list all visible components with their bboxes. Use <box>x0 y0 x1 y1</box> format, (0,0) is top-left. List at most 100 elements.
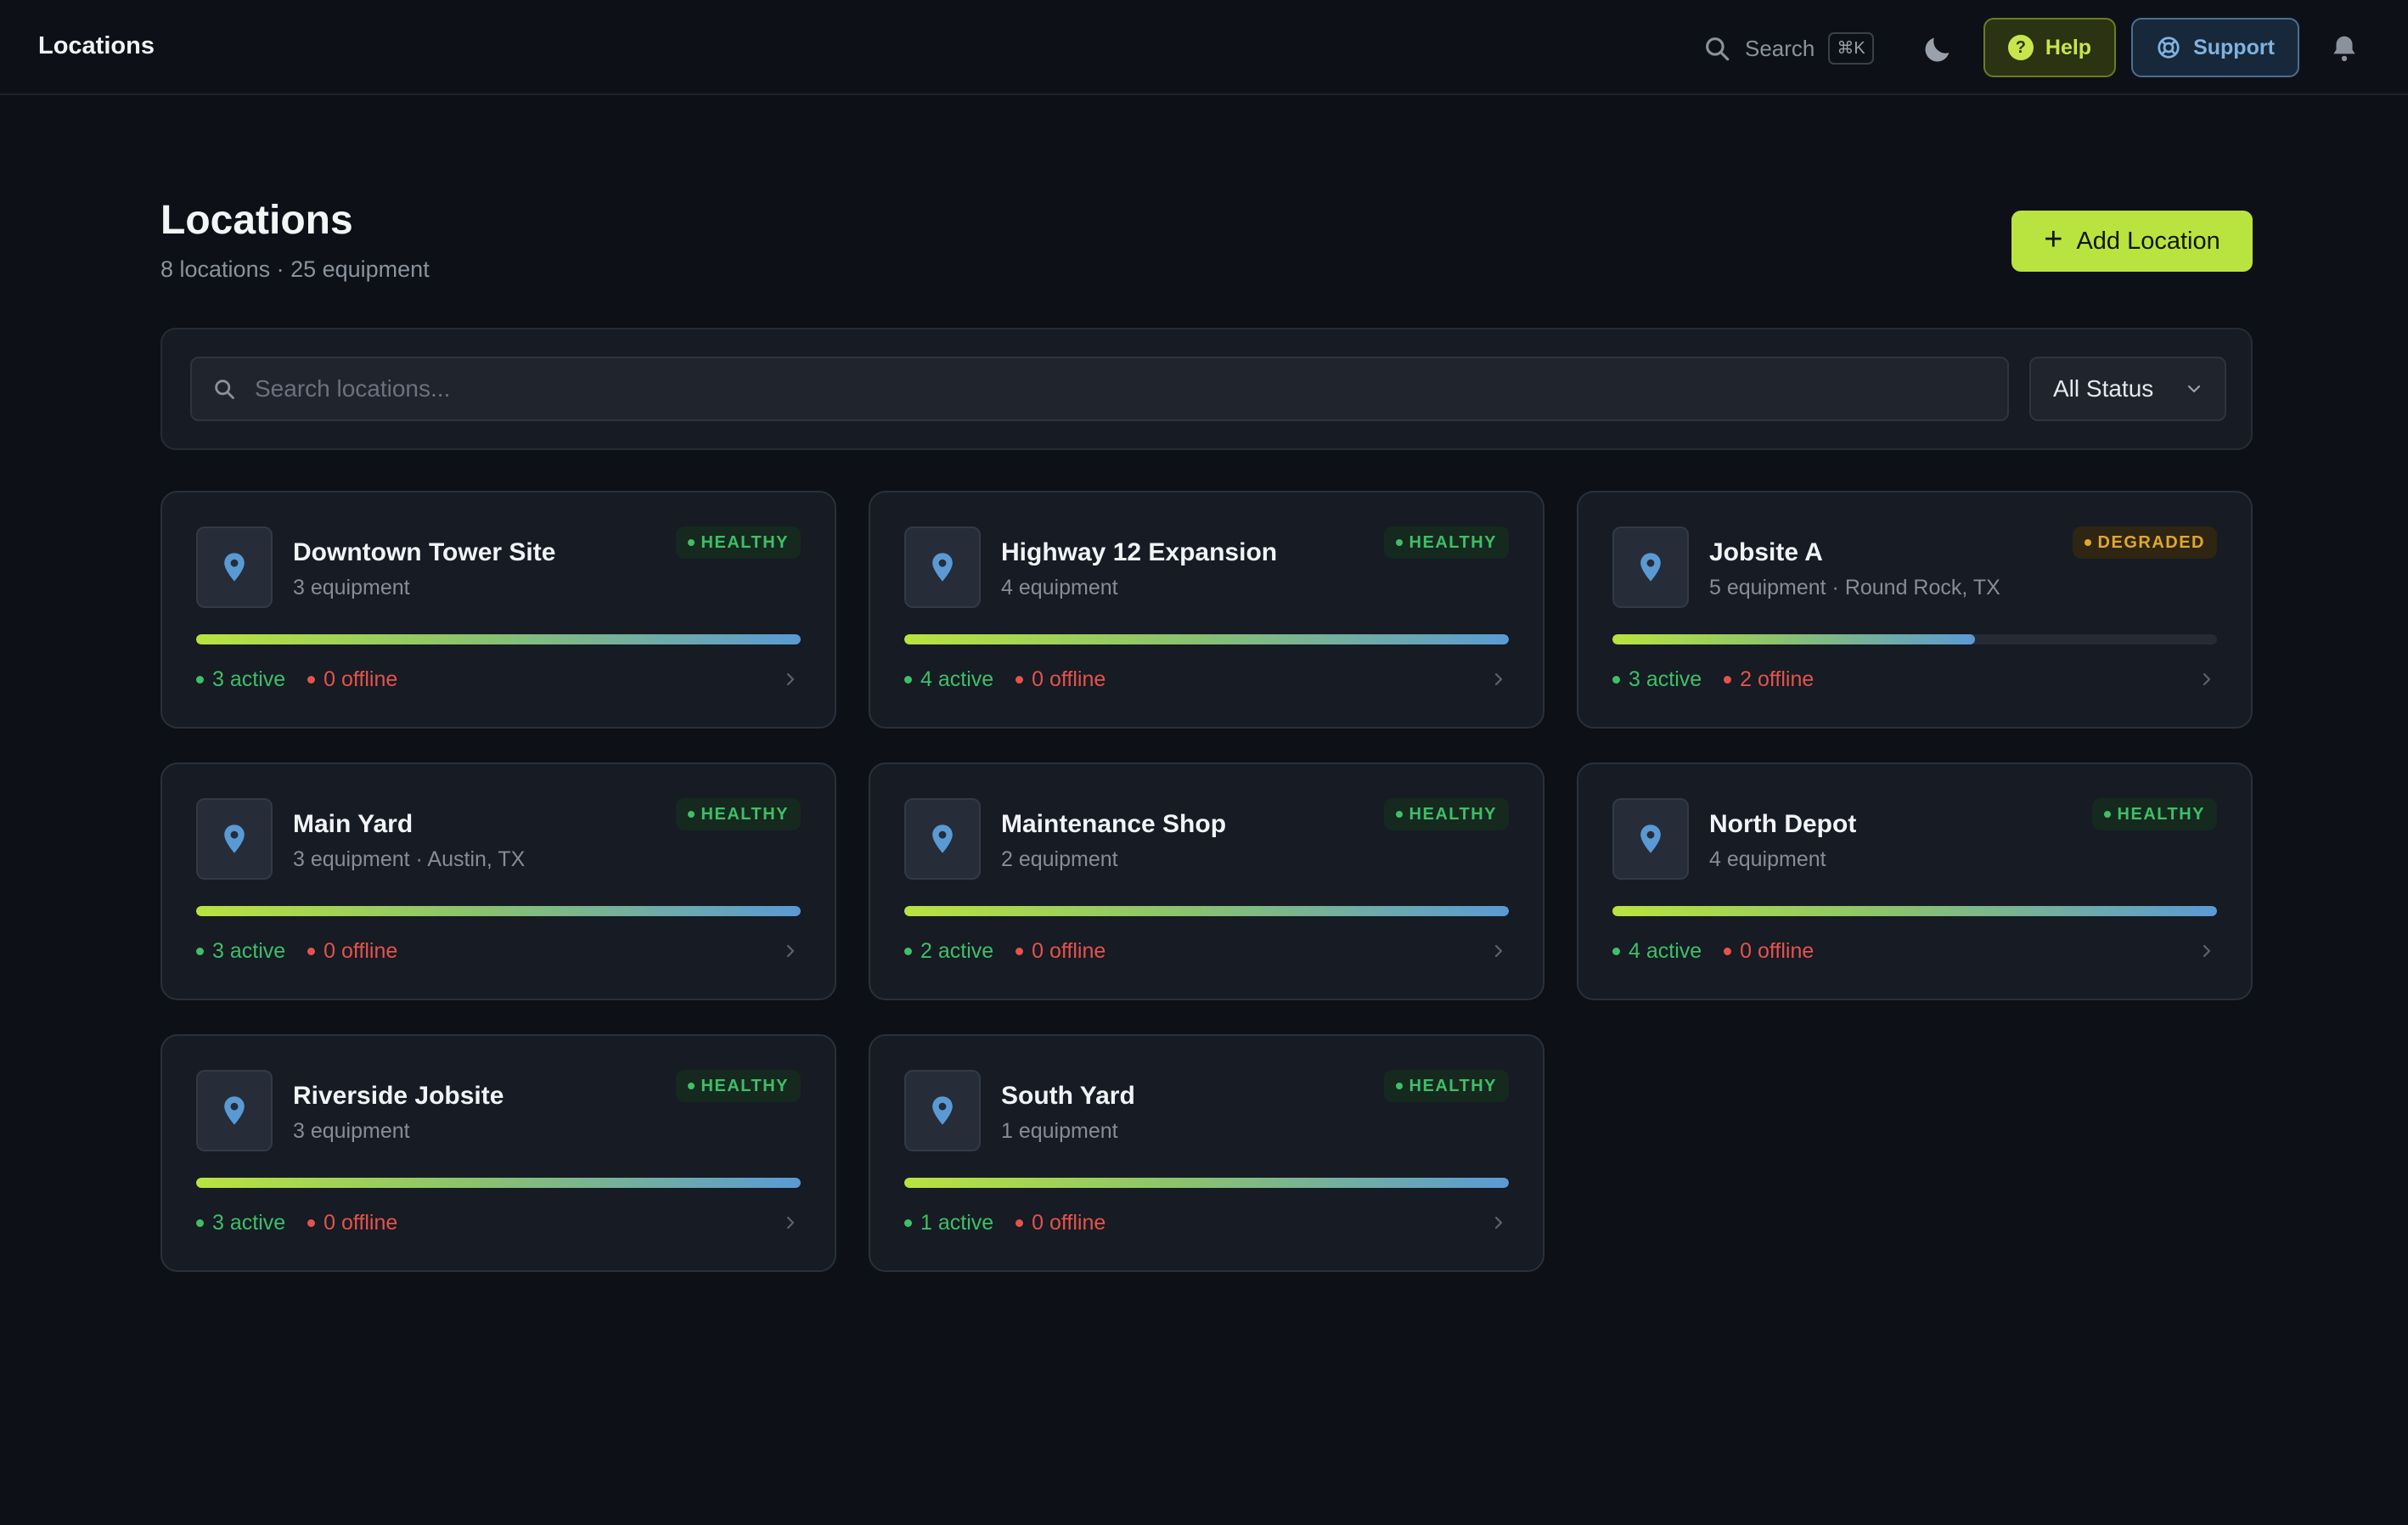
health-bar-fill <box>196 906 801 916</box>
location-meta: 4 equipment <box>1709 847 1826 871</box>
offline-dot <box>1016 1219 1024 1227</box>
health-bar <box>1612 906 2217 916</box>
offline-dot <box>1724 676 1732 684</box>
offline-count-label: 0 offline <box>1032 939 1106 963</box>
chevron-right-icon[interactable] <box>780 669 801 689</box>
location-card[interactable]: Highway 12 Expansion 4 equipment HEALTHY… <box>869 491 1544 729</box>
equipment-stats: 4 active 0 offline <box>904 667 1106 692</box>
map-pin-icon <box>932 553 953 582</box>
location-card[interactable]: South Yard 1 equipment HEALTHY 1 active … <box>869 1034 1544 1272</box>
page-subtitle: 8 locations · 25 equipment <box>160 256 430 282</box>
status-badge-label: HEALTHY <box>1409 1076 1497 1095</box>
app-title: Locations <box>38 32 155 59</box>
status-badge-label: HEALTHY <box>1409 532 1497 552</box>
location-search-input[interactable] <box>253 374 1870 403</box>
map-pin-icon <box>224 553 245 582</box>
location-meta: 4 equipment <box>1001 576 1118 599</box>
offline-dot <box>307 948 316 955</box>
location-card[interactable]: Maintenance Shop 2 equipment HEALTHY 2 a… <box>869 762 1544 1000</box>
health-bar-fill <box>904 1178 1509 1188</box>
location-name: Riverside Jobsite <box>293 1082 504 1110</box>
active-dot <box>904 1219 912 1227</box>
location-meta: 2 equipment <box>1001 847 1118 871</box>
help-label: Help <box>2045 35 2092 59</box>
active-count-label: 2 active <box>920 939 994 963</box>
active-count: 3 active <box>196 667 285 692</box>
offline-count-label: 0 offline <box>1740 939 1814 963</box>
active-count-label: 3 active <box>212 1211 286 1235</box>
health-bar <box>1612 634 2217 644</box>
active-count: 4 active <box>1612 939 1702 964</box>
chevron-right-icon[interactable] <box>1488 941 1509 961</box>
offline-count-label: 0 offline <box>324 939 398 963</box>
location-name: Main Yard <box>293 810 414 838</box>
active-count: 3 active <box>196 939 285 964</box>
plus-icon: + <box>2044 222 2063 257</box>
status-dot <box>2103 811 2111 818</box>
location-card[interactable]: Riverside Jobsite 3 equipment HEALTHY 3 … <box>160 1034 836 1272</box>
location-meta: 1 equipment <box>1001 1119 1118 1143</box>
status-dot <box>687 811 695 818</box>
active-dot <box>1612 948 1620 955</box>
offline-count: 0 offline <box>307 939 397 964</box>
search-icon <box>1706 37 1730 61</box>
location-search-box <box>190 357 2009 421</box>
active-count: 3 active <box>196 1211 285 1235</box>
support-button[interactable]: Support <box>2131 18 2299 77</box>
health-bar <box>904 1178 1509 1188</box>
chevron-right-icon[interactable] <box>780 941 801 961</box>
location-meta: 5 equipment · Round Rock, TX <box>1709 576 2000 599</box>
top-bar: Locations Search ⌘K ? Help Support <box>0 0 2408 95</box>
bell-icon[interactable] <box>2328 32 2360 65</box>
global-search-button[interactable]: Search ⌘K <box>1702 31 1874 66</box>
location-card[interactable]: Downtown Tower Site 3 equipment HEALTHY … <box>160 491 836 729</box>
equipment-stats: 4 active 0 offline <box>1612 939 1814 964</box>
active-count-label: 4 active <box>920 667 994 691</box>
search-shortcut: ⌘K <box>1828 32 1874 65</box>
location-name: Downtown Tower Site <box>293 538 556 566</box>
chevron-right-icon[interactable] <box>1488 669 1509 689</box>
add-location-label: Add Location <box>2076 227 2220 255</box>
location-pin-tile <box>1612 798 1689 880</box>
location-name: Maintenance Shop <box>1001 810 1227 838</box>
health-bar-fill <box>1612 906 2217 916</box>
location-name: South Yard <box>1001 1082 1135 1110</box>
location-card[interactable]: Jobsite A 5 equipment · Round Rock, TX D… <box>1577 491 2253 729</box>
active-dot <box>904 676 912 684</box>
chevron-right-icon[interactable] <box>780 1213 801 1233</box>
health-bar <box>196 906 801 916</box>
offline-count: 0 offline <box>1724 939 1814 964</box>
help-icon: ? <box>2007 35 2034 60</box>
moon-icon[interactable] <box>1921 32 1955 66</box>
offline-count-label: 0 offline <box>1032 1211 1106 1235</box>
offline-dot <box>1016 676 1024 684</box>
map-pin-icon <box>224 1096 245 1125</box>
status-filter-select[interactable]: All Status <box>2029 357 2226 421</box>
help-button[interactable]: ? Help <box>1983 18 2116 77</box>
health-bar-fill <box>196 634 801 644</box>
offline-dot <box>1016 948 1024 955</box>
status-badge: HEALTHY <box>675 1070 801 1102</box>
location-name: North Depot <box>1709 810 1857 838</box>
active-count: 1 active <box>904 1211 993 1235</box>
active-count-label: 1 active <box>920 1211 994 1235</box>
status-badge: HEALTHY <box>675 798 801 830</box>
offline-count: 0 offline <box>1016 1211 1106 1235</box>
location-name: Jobsite A <box>1709 538 1823 566</box>
chevron-right-icon[interactable] <box>2197 941 2217 961</box>
health-bar <box>196 634 801 644</box>
filter-panel: All Status <box>160 328 2253 450</box>
equipment-stats: 2 active 0 offline <box>904 939 1106 964</box>
equipment-stats: 3 active 0 offline <box>196 667 397 692</box>
equipment-stats: 3 active 0 offline <box>196 1211 397 1235</box>
status-badge-label: DEGRADED <box>2097 532 2205 552</box>
status-badge: HEALTHY <box>2091 798 2217 830</box>
active-count: 3 active <box>1612 667 1702 692</box>
location-meta: 3 equipment <box>293 576 410 599</box>
location-card[interactable]: North Depot 4 equipment HEALTHY 4 active… <box>1577 762 2253 1000</box>
location-card[interactable]: Main Yard 3 equipment · Austin, TX HEALT… <box>160 762 836 1000</box>
chevron-right-icon[interactable] <box>2197 669 2217 689</box>
add-location-button[interactable]: + Add Location <box>2011 211 2253 272</box>
chevron-right-icon[interactable] <box>1488 1213 1509 1233</box>
offline-dot <box>307 1219 316 1227</box>
